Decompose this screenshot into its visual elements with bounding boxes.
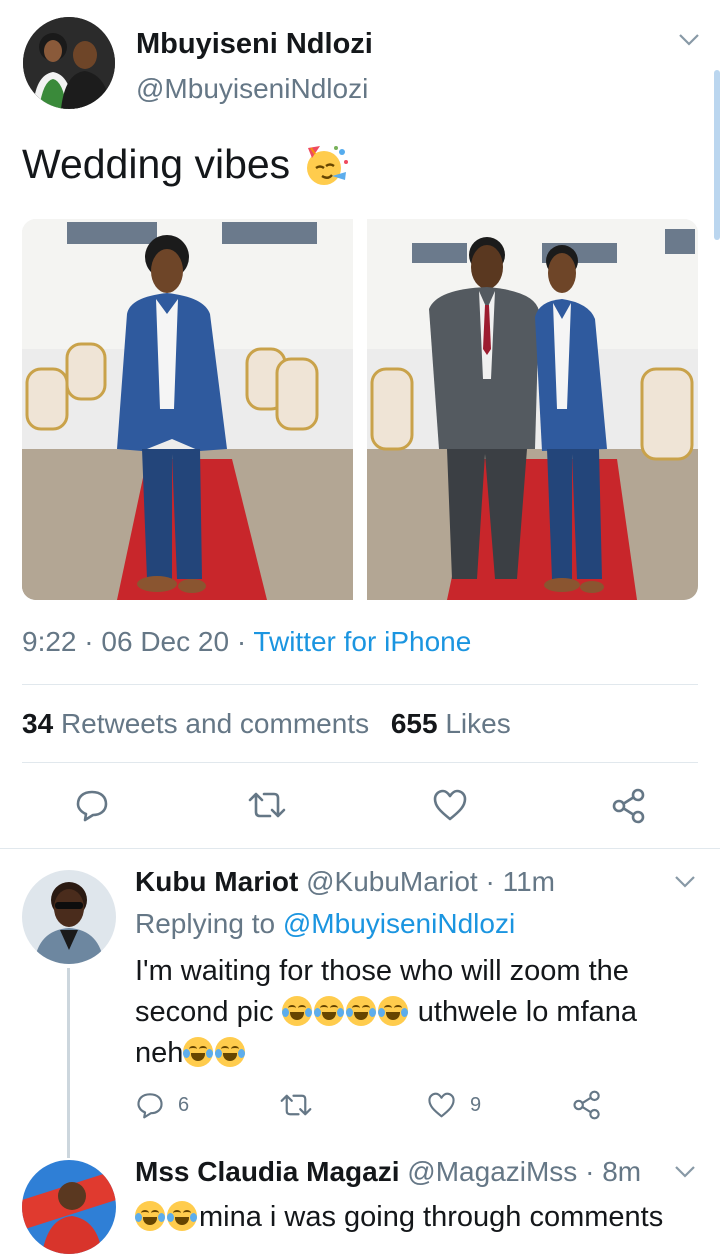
face-with-tears-of-joy-icon	[167, 1201, 197, 1231]
reply-time: 11m	[502, 866, 555, 897]
divider	[0, 848, 720, 849]
reply-text-fragment: mina i was going through comments	[199, 1201, 664, 1233]
reply-header: Mss Claudia Magazi @MagaziMss · 8m	[135, 1156, 641, 1188]
reply-header: Kubu Mariot @KubuMariot · 11m	[135, 866, 555, 898]
reply-text-line: I'm waiting for those who will zoom the	[135, 955, 629, 987]
divider	[22, 762, 698, 763]
reply-text-fragment: uthwele lo mfana	[417, 996, 638, 1028]
share-icon[interactable]	[611, 788, 647, 824]
heart-icon	[427, 1091, 456, 1119]
tweet-text: Wedding vibes	[22, 139, 350, 189]
reply-icon[interactable]	[75, 788, 109, 822]
author-name[interactable]: Mbuyiseni Ndlozi	[136, 28, 373, 61]
retweets-label: Retweets and comments	[60, 708, 370, 739]
tweet-date: 06 Dec 20	[101, 626, 230, 657]
reply-avatar[interactable]	[22, 870, 116, 964]
scrollbar[interactable]	[714, 70, 720, 240]
reply-text-line: second pic uthwele lo mfana	[135, 992, 705, 1033]
retweet-icon[interactable]	[248, 790, 286, 820]
reply-text-fragment: second pic	[135, 996, 274, 1028]
face-with-tears-of-joy-icon	[215, 1037, 246, 1067]
reply-action-retweet[interactable]	[280, 1092, 312, 1118]
reply-action-like[interactable]: 9	[427, 1090, 481, 1120]
chevron-down-icon[interactable]	[678, 32, 700, 48]
retweets-stat[interactable]: 34 Retweets and comments	[22, 708, 377, 739]
likes-count: 655	[390, 708, 438, 739]
reply-text: I'm waiting for those who will zoom the …	[135, 951, 705, 1074]
meta-separator: ·	[236, 626, 247, 657]
reply-text-line: neh	[135, 1033, 705, 1074]
reply-avatar[interactable]	[22, 1160, 116, 1254]
reply-time: 8m	[602, 1156, 642, 1187]
reply-author-handle[interactable]: @KubuMariot	[306, 866, 478, 897]
tweet-text-content: Wedding vibes	[22, 141, 291, 187]
reply-separator: ·	[585, 1156, 595, 1187]
replying-to-handle[interactable]: @MbuyiseniNdlozi	[283, 908, 515, 939]
reply-author-name[interactable]: Mss Claudia Magazi	[135, 1156, 400, 1187]
reply-author-handle[interactable]: @MagaziMss	[407, 1156, 577, 1187]
tweet-photo-2[interactable]	[367, 219, 698, 600]
reply-author-name[interactable]: Kubu Mariot	[135, 866, 298, 897]
share-icon[interactable]	[572, 1090, 602, 1120]
author-handle[interactable]: @MbuyiseniNdlozi	[136, 73, 368, 105]
face-with-tears-of-joy-icon	[313, 996, 344, 1026]
replying-to: Replying to @MbuyiseniNdlozi	[135, 908, 515, 940]
reply-icon	[136, 1091, 164, 1119]
reply-count: 6	[178, 1093, 190, 1116]
divider	[22, 684, 698, 685]
chevron-down-icon[interactable]	[674, 1164, 696, 1180]
reply-text-fragment: neh	[135, 1037, 184, 1069]
tweet-photo-1[interactable]	[22, 219, 353, 600]
partying-face-icon	[302, 142, 350, 186]
thread-line	[67, 968, 70, 1158]
face-with-tears-of-joy-icon	[135, 1201, 165, 1231]
retweets-count: 34	[22, 708, 54, 739]
tweet-time: 9:22	[22, 626, 77, 657]
reply-action-reply[interactable]: 6	[136, 1090, 189, 1120]
face-with-tears-of-joy-icon	[281, 996, 312, 1026]
likes-label: Likes	[445, 708, 511, 739]
author-avatar[interactable]	[23, 17, 115, 109]
tweet-meta: 9:22 · 06 Dec 20 · Twitter for iPhone	[22, 626, 471, 658]
reply-separator: ·	[485, 866, 495, 897]
heart-icon[interactable]	[432, 788, 468, 822]
like-count: 9	[470, 1093, 482, 1116]
replying-to-prefix: Replying to	[135, 908, 276, 939]
face-with-tears-of-joy-icon	[183, 1037, 214, 1067]
tweet-stats: 34 Retweets and comments 655 Likes	[22, 708, 511, 740]
face-with-tears-of-joy-icon	[377, 996, 408, 1026]
reply-text: mina i was going through comments	[135, 1197, 663, 1238]
likes-stat[interactable]: 655 Likes	[391, 708, 511, 739]
chevron-down-icon[interactable]	[674, 874, 696, 890]
face-with-tears-of-joy-icon	[345, 996, 376, 1026]
tweet-source-link[interactable]: Twitter for iPhone	[253, 626, 471, 657]
meta-separator: ·	[84, 626, 94, 657]
